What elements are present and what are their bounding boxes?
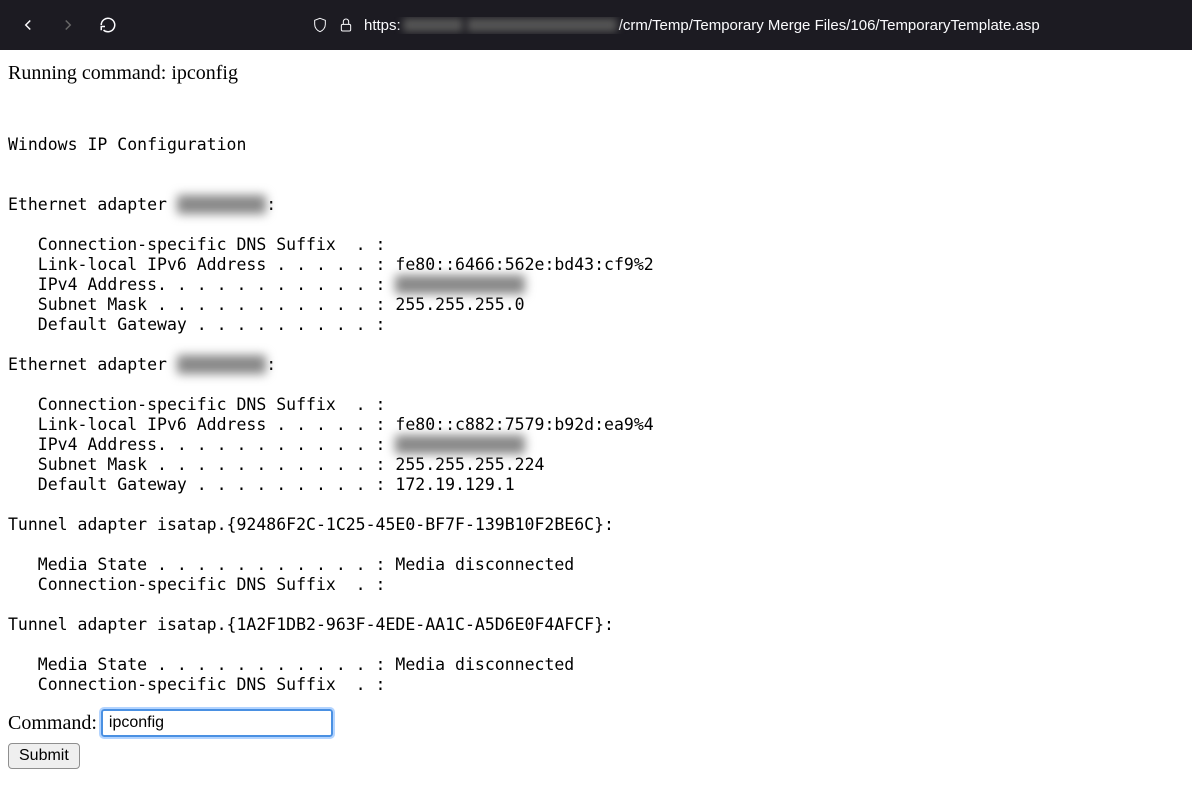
command-output: Windows IP Configuration Ethernet adapte… [8, 135, 1184, 695]
running-command-line: Running command: ipconfig [8, 62, 1184, 85]
forward-button[interactable] [52, 9, 84, 41]
running-label: Running command: [8, 62, 171, 84]
submit-button[interactable]: Submit [8, 743, 80, 769]
browser-toolbar: https: /crm/Temp/Temporary Merge Files/10… [0, 0, 1192, 50]
reload-button[interactable] [92, 9, 124, 41]
redacted-value: ███.██.███.██ [395, 435, 524, 454]
page-content: Running command: ipconfig Windows IP Con… [0, 50, 1192, 781]
redacted-value: ███ █████ [177, 355, 266, 374]
command-label: Command: [8, 712, 97, 735]
back-button[interactable] [12, 9, 44, 41]
redacted-value: ███ █████ [177, 195, 266, 214]
redacted-value: ███.███.██.██ [395, 275, 524, 294]
url-redacted-path [467, 18, 617, 32]
url-redacted-host [403, 18, 463, 32]
url-prefix: https: [364, 17, 401, 34]
url-text: https: /crm/Temp/Temporary Merge Files/10… [364, 17, 1040, 34]
running-command: ipconfig [171, 62, 238, 84]
shield-icon [312, 17, 328, 33]
lock-icon [338, 17, 354, 33]
command-input[interactable] [101, 709, 333, 737]
command-row: Command: [8, 709, 1184, 737]
address-bar[interactable]: https: /crm/Temp/Temporary Merge Files/10… [312, 17, 1180, 34]
url-suffix: /crm/Temp/Temporary Merge Files/106/Temp… [619, 17, 1040, 34]
